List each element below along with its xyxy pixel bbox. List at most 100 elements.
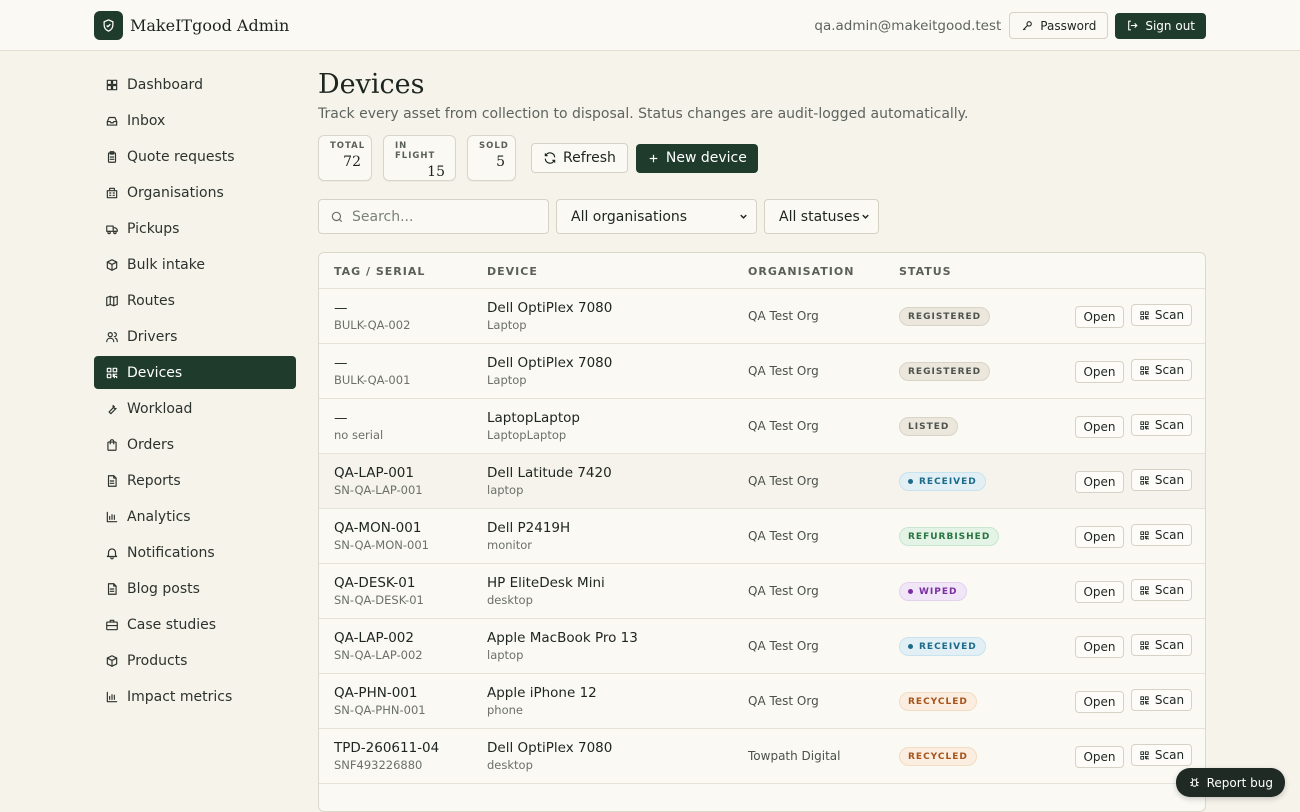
scan-button[interactable]: Scan bbox=[1131, 524, 1192, 546]
report-bug-button[interactable]: Report bug bbox=[1175, 768, 1285, 797]
device-name: Apple iPhone 12 bbox=[487, 685, 597, 701]
shield-logo-icon bbox=[94, 11, 123, 40]
device-name: LaptopLaptop bbox=[487, 410, 580, 426]
device-tag: TPD-260611-04 bbox=[334, 740, 440, 756]
stat-value: 72 bbox=[343, 154, 361, 170]
open-button[interactable]: Open bbox=[1075, 526, 1124, 548]
column-header-device[interactable]: DEVICE bbox=[487, 265, 538, 278]
status-label: WIPED bbox=[919, 586, 958, 597]
sidebar-item-pickups[interactable]: Pickups bbox=[94, 212, 296, 245]
sidebar-item-label: Inbox bbox=[127, 112, 166, 129]
sidebar-item-label: Analytics bbox=[127, 508, 191, 525]
device-name: HP EliteDesk Mini bbox=[487, 575, 605, 591]
refresh-button[interactable]: Refresh bbox=[531, 143, 628, 173]
qr-code-icon bbox=[1140, 585, 1149, 595]
sidebar-item-devices[interactable]: Devices bbox=[94, 356, 296, 389]
qr-code-icon bbox=[1140, 640, 1149, 650]
table-row[interactable]: — BULK-QA-002 Dell OptiPlex 7080 Laptop QA T… bbox=[319, 289, 1205, 344]
sidebar-item-drivers[interactable]: Drivers bbox=[94, 320, 296, 353]
sidebar-item-orders[interactable]: Orders bbox=[94, 428, 296, 461]
table-row[interactable]: — BULK-QA-001 Dell OptiPlex 7080 Laptop QA T… bbox=[319, 344, 1205, 399]
open-button[interactable]: Open bbox=[1075, 361, 1124, 383]
scan-button[interactable]: Scan bbox=[1131, 469, 1192, 491]
status-badge: REGISTERED bbox=[899, 362, 991, 381]
scan-button[interactable]: Scan bbox=[1131, 304, 1192, 326]
sidebar-item-quote-requests[interactable]: Quote requests bbox=[94, 140, 296, 173]
open-button[interactable]: Open bbox=[1075, 416, 1124, 438]
sidebar-item-impact-metrics[interactable]: Impact metrics bbox=[94, 680, 296, 713]
app-name: MakeITgood Admin bbox=[130, 16, 290, 35]
sidebar-item-label: Routes bbox=[127, 292, 175, 309]
scan-label: Scan bbox=[1154, 308, 1185, 322]
sidebar-item-case-studies[interactable]: Case studies bbox=[94, 608, 296, 641]
device-serial: no serial bbox=[334, 428, 384, 442]
status-badge: RECEIVED bbox=[899, 472, 986, 491]
brand[interactable]: MakeITgood Admin bbox=[94, 11, 289, 40]
sidebar-item-dashboard[interactable]: Dashboard bbox=[94, 68, 296, 101]
bar-chart-icon bbox=[106, 691, 118, 702]
shopping-bag-icon bbox=[107, 438, 117, 451]
open-button[interactable]: Open bbox=[1075, 636, 1124, 658]
scan-button[interactable]: Scan bbox=[1131, 634, 1192, 656]
sidebar-item-reports[interactable]: Reports bbox=[94, 464, 296, 497]
sidebar-item-label: Organisations bbox=[127, 184, 224, 201]
device-organisation: QA Test Org bbox=[748, 364, 819, 378]
table-row[interactable]: — no serial LaptopLaptop LaptopLaptop QA Tes… bbox=[319, 399, 1205, 454]
open-button[interactable]: Open bbox=[1075, 306, 1124, 328]
scan-button[interactable]: Scan bbox=[1131, 414, 1192, 436]
account-area: qa.admin@makeitgood.test Password Sign o… bbox=[814, 12, 1206, 39]
status-filter[interactable]: All statuses bbox=[764, 199, 879, 234]
open-button[interactable]: Open bbox=[1075, 691, 1124, 713]
device-organisation: QA Test Org bbox=[748, 694, 819, 708]
sidebar-item-inbox[interactable]: Inbox bbox=[94, 104, 296, 137]
scan-button[interactable]: Scan bbox=[1131, 744, 1192, 766]
scan-button[interactable]: Scan bbox=[1131, 579, 1192, 601]
filters-row: All organisations All statuses bbox=[318, 199, 879, 234]
scan-button[interactable]: Scan bbox=[1131, 689, 1192, 711]
device-serial: SN-QA-PHN-001 bbox=[334, 703, 426, 717]
sidebar-item-label: Devices bbox=[127, 364, 183, 381]
device-serial: SN-QA-DESK-01 bbox=[334, 593, 424, 607]
sidebar-item-routes[interactable]: Routes bbox=[94, 284, 296, 317]
qr-code-icon bbox=[1140, 365, 1149, 375]
device-type: laptop bbox=[487, 648, 524, 662]
organisation-filter[interactable]: All organisations bbox=[556, 199, 757, 234]
scan-label: Scan bbox=[1154, 473, 1185, 487]
table-row[interactable]: QA-PHN-001 SN-QA-PHN-001 Apple iPhone 12 ph… bbox=[319, 674, 1205, 729]
bell-icon bbox=[106, 547, 118, 559]
table-row[interactable]: QA-DESK-01 SN-QA-DESK-01 HP EliteDesk Mini… bbox=[319, 564, 1205, 619]
open-button[interactable]: Open bbox=[1075, 581, 1124, 603]
device-type: desktop bbox=[487, 758, 533, 772]
table-row[interactable]: QA-MON-001 SN-QA-MON-001 Dell P2419H monito… bbox=[319, 509, 1205, 564]
search-input[interactable] bbox=[352, 208, 532, 225]
chevron-down-icon bbox=[740, 214, 747, 219]
sidebar-item-bulk-intake[interactable]: Bulk intake bbox=[94, 248, 296, 281]
column-header-status[interactable]: STATUS bbox=[899, 265, 952, 278]
table-row[interactable]: QA-LAP-002 SN-QA-LAP-002 Apple MacBook Pro… bbox=[319, 619, 1205, 674]
open-button[interactable]: Open bbox=[1075, 746, 1124, 768]
new-device-button[interactable]: New device bbox=[635, 143, 758, 173]
search-box[interactable] bbox=[318, 199, 549, 234]
sidebar-item-products[interactable]: Products bbox=[94, 644, 296, 677]
table-row[interactable]: QA-LAP-001 SN-QA-LAP-001 Dell Latitude 742… bbox=[319, 454, 1205, 509]
bug-icon bbox=[1189, 777, 1199, 787]
sidebar-item-label: Case studies bbox=[127, 616, 217, 633]
device-organisation: QA Test Org bbox=[748, 584, 819, 598]
sign-out-button[interactable]: Sign out bbox=[1115, 12, 1206, 39]
sidebar-item-workload[interactable]: Workload bbox=[94, 392, 296, 425]
column-header-tag[interactable]: TAG / SERIAL bbox=[334, 265, 425, 278]
scan-button[interactable]: Scan bbox=[1131, 359, 1192, 381]
sidebar-item-analytics[interactable]: Analytics bbox=[94, 500, 296, 533]
table-row[interactable]: TPD-260611-04 SNF493226880 Dell OptiPlex 7… bbox=[319, 729, 1205, 784]
device-serial: SN-QA-LAP-002 bbox=[334, 648, 423, 662]
sidebar-item-organisations[interactable]: Organisations bbox=[94, 176, 296, 209]
device-type: desktop bbox=[487, 593, 533, 607]
sidebar-item-blog-posts[interactable]: Blog posts bbox=[94, 572, 296, 605]
device-serial: BULK-QA-002 bbox=[334, 318, 411, 332]
password-button[interactable]: Password bbox=[1009, 12, 1109, 39]
sidebar-item-notifications[interactable]: Notifications bbox=[94, 536, 296, 569]
table-header: TAG / SERIAL DEVICE ORGANISATION STATUS bbox=[319, 253, 1205, 289]
column-header-organisation[interactable]: ORGANISATION bbox=[748, 265, 854, 278]
device-type: Laptop bbox=[487, 318, 527, 332]
open-button[interactable]: Open bbox=[1075, 471, 1124, 493]
